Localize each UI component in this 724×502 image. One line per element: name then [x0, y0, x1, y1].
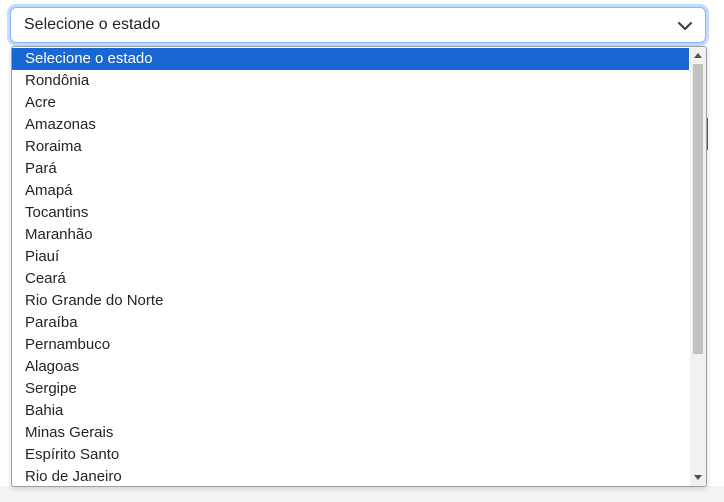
chevron-down-icon	[678, 22, 692, 30]
dropdown-option[interactable]: Acre	[12, 92, 689, 114]
dropdown-option[interactable]: Alagoas	[12, 356, 689, 378]
state-dropdown-list: Selecione o estado Rondônia Acre Amazonas Ro…	[11, 46, 707, 487]
dropdown-option[interactable]: Maranhão	[12, 224, 689, 246]
state-select-value: Selecione o estado	[24, 16, 161, 33]
background-content-bottom	[0, 486, 724, 502]
dropdown-option[interactable]: Sergipe	[12, 378, 689, 400]
dropdown-option[interactable]: Pará	[12, 158, 689, 180]
dropdown-option[interactable]: Selecione o estado	[12, 48, 689, 70]
dropdown-option[interactable]: Amazonas	[12, 114, 689, 136]
options-container: Selecione o estado Rondônia Acre Amazonas Ro…	[12, 48, 689, 486]
scrollbar-thumb[interactable]	[693, 64, 703, 354]
page: Selecione o estado Selecione o estado Ron…	[0, 0, 724, 502]
dropdown-option[interactable]: Bahia	[12, 400, 689, 422]
dropdown-option[interactable]: Minas Gerais	[12, 422, 689, 444]
dropdown-option[interactable]: Espírito Santo	[12, 444, 689, 466]
dropdown-option[interactable]: Rio de Janeiro	[12, 466, 689, 486]
dropdown-option[interactable]: Roraima	[12, 136, 689, 158]
dropdown-option[interactable]: Tocantins	[12, 202, 689, 224]
scroll-up-icon[interactable]	[694, 53, 702, 58]
dropdown-option[interactable]: Piauí	[12, 246, 689, 268]
dropdown-option[interactable]: Rondônia	[12, 70, 689, 92]
dropdown-option[interactable]: Rio Grande do Norte	[12, 290, 689, 312]
dropdown-option[interactable]: Paraíba	[12, 312, 689, 334]
scrollbar[interactable]	[690, 47, 706, 486]
dropdown-option[interactable]: Ceará	[12, 268, 689, 290]
state-select[interactable]: Selecione o estado	[10, 7, 706, 43]
scroll-down-icon[interactable]	[694, 475, 702, 480]
dropdown-option[interactable]: Pernambuco	[12, 334, 689, 356]
dropdown-option[interactable]: Amapá	[12, 180, 689, 202]
